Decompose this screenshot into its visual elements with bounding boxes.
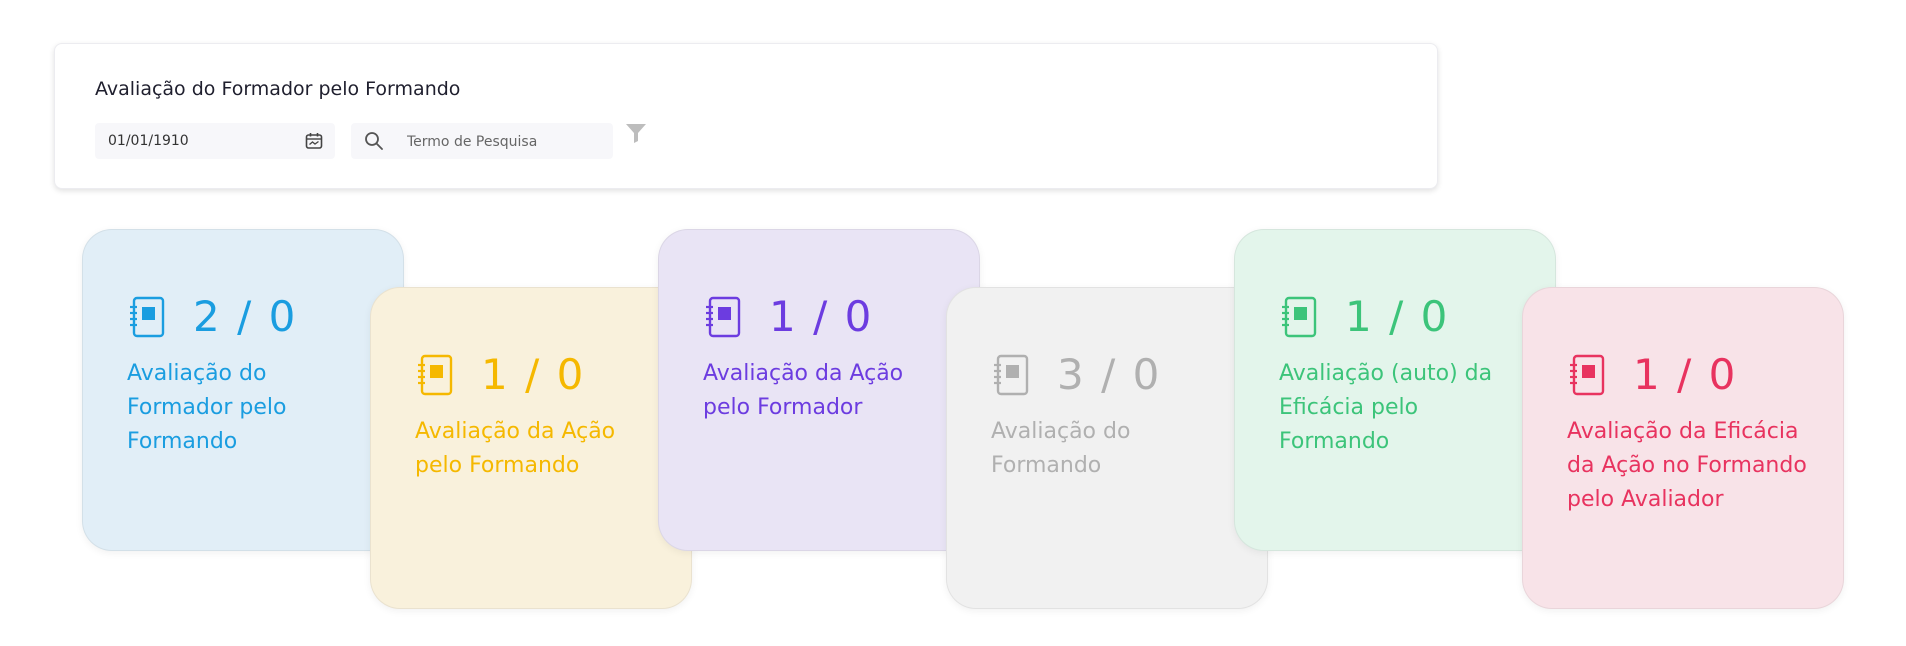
date-field[interactable]: 01/01/1910 (95, 123, 335, 159)
filter-icon[interactable] (625, 122, 647, 148)
filter-panel: Avaliação do Formador pelo Formando 01/0… (54, 43, 1438, 189)
card-acao-pelo-formador[interactable]: 1 / 0 Avaliação da Ação pelo Formador (658, 229, 980, 551)
notebook-icon (991, 354, 1031, 400)
card-count: 1 / 0 (1345, 292, 1450, 341)
notebook-icon (703, 296, 743, 342)
notebook-icon (1567, 354, 1607, 400)
card-label: Avaliação da Ação pelo Formador (703, 361, 904, 420)
card-label: Avaliação (auto) da Eficácia pelo Forman… (1279, 361, 1493, 454)
card-label: Avaliação da Eficácia da Ação no Formand… (1567, 419, 1807, 512)
notebook-icon (1279, 296, 1319, 342)
notebook-icon (415, 354, 455, 400)
card-count: 1 / 0 (481, 350, 586, 399)
search-icon (364, 131, 384, 155)
card-label: Avaliação do Formador pelo Formando (127, 361, 287, 454)
card-label: Avaliação da Ação pelo Formando (415, 419, 616, 478)
card-formador-pelo-formando[interactable]: 2 / 0 Avaliação do Formador pelo Formando (82, 229, 404, 551)
card-acao-pelo-formando[interactable]: 1 / 0 Avaliação da Ação pelo Formando (370, 287, 692, 609)
card-label: Avaliação do Formando (991, 419, 1131, 478)
card-count: 1 / 0 (1633, 350, 1738, 399)
search-input[interactable] (405, 130, 599, 154)
date-value[interactable]: 01/01/1910 (108, 133, 189, 149)
search-field[interactable] (351, 123, 613, 159)
card-count: 1 / 0 (769, 292, 874, 341)
calendar-icon[interactable] (305, 132, 323, 154)
card-formando[interactable]: 3 / 0 Avaliação do Formando (946, 287, 1268, 609)
card-count: 2 / 0 (193, 292, 298, 341)
notebook-icon (127, 296, 167, 342)
panel-title: Avaliação do Formador pelo Formando (95, 78, 461, 100)
card-count: 3 / 0 (1057, 350, 1162, 399)
card-eficacia-avaliador[interactable]: 1 / 0 Avaliação da Eficácia da Ação no Fo… (1522, 287, 1844, 609)
card-auto-eficacia[interactable]: 1 / 0 Avaliação (auto) da Eficácia pelo F… (1234, 229, 1556, 551)
